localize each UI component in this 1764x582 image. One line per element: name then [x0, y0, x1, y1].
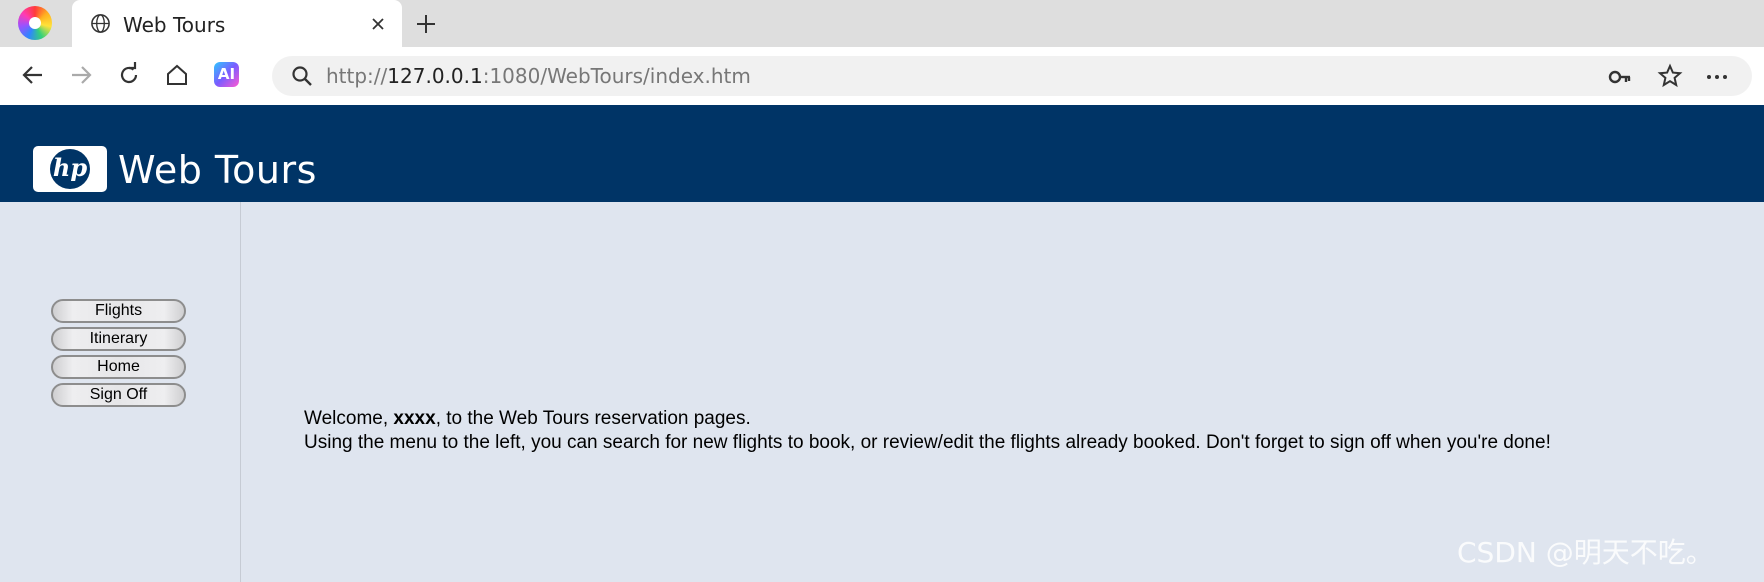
browser-tab-bar: Web Tours — [0, 0, 1764, 47]
home-button[interactable]: Home — [51, 355, 186, 379]
hp-logo: hp — [33, 146, 107, 192]
address-bar[interactable]: http://127.0.0.1:1080/WebTours/index.htm — [272, 56, 1752, 96]
favorite-star-icon[interactable] — [1657, 63, 1683, 89]
ai-assistant-icon[interactable]: AI — [214, 62, 239, 87]
sidebar-navigation: Flights Itinerary Home Sign Off — [0, 202, 241, 582]
search-icon — [292, 66, 312, 86]
watermark: CSDN @明天不吃。 — [1457, 536, 1714, 569]
browser-nav-bar: AI http://127.0.0.1:1080/WebTours/index.… — [0, 47, 1764, 105]
reload-icon[interactable] — [114, 60, 144, 90]
welcome-line-2: Using the menu to the left, you can sear… — [304, 432, 1551, 453]
itinerary-button[interactable]: Itinerary — [51, 327, 186, 351]
hp-logo-mark: hp — [50, 149, 90, 189]
url-text[interactable]: http://127.0.0.1:1080/WebTours/index.htm — [326, 64, 751, 88]
back-icon[interactable] — [18, 60, 48, 90]
more-options-icon[interactable] — [1704, 64, 1730, 90]
username: xxxx — [393, 408, 436, 429]
flights-button[interactable]: Flights — [51, 299, 186, 323]
close-tab-icon[interactable] — [368, 14, 388, 34]
welcome-message: Welcome, xxxx, to the Web Tours reservat… — [304, 407, 1551, 455]
welcome-line-1: Welcome, xxxx, to the Web Tours reservat… — [304, 408, 751, 429]
globe-icon — [91, 14, 110, 33]
browser-logo-icon — [18, 6, 52, 40]
browser-tab[interactable]: Web Tours — [72, 0, 402, 47]
site-title: Web Tours — [118, 148, 317, 192]
tab-title: Web Tours — [123, 13, 226, 37]
home-icon[interactable] — [162, 60, 192, 90]
forward-icon[interactable] — [66, 60, 96, 90]
site-header: hp Web Tours — [0, 105, 1764, 202]
sign-off-button[interactable]: Sign Off — [51, 383, 186, 407]
key-icon[interactable] — [1607, 64, 1633, 90]
new-tab-icon[interactable] — [414, 12, 438, 36]
